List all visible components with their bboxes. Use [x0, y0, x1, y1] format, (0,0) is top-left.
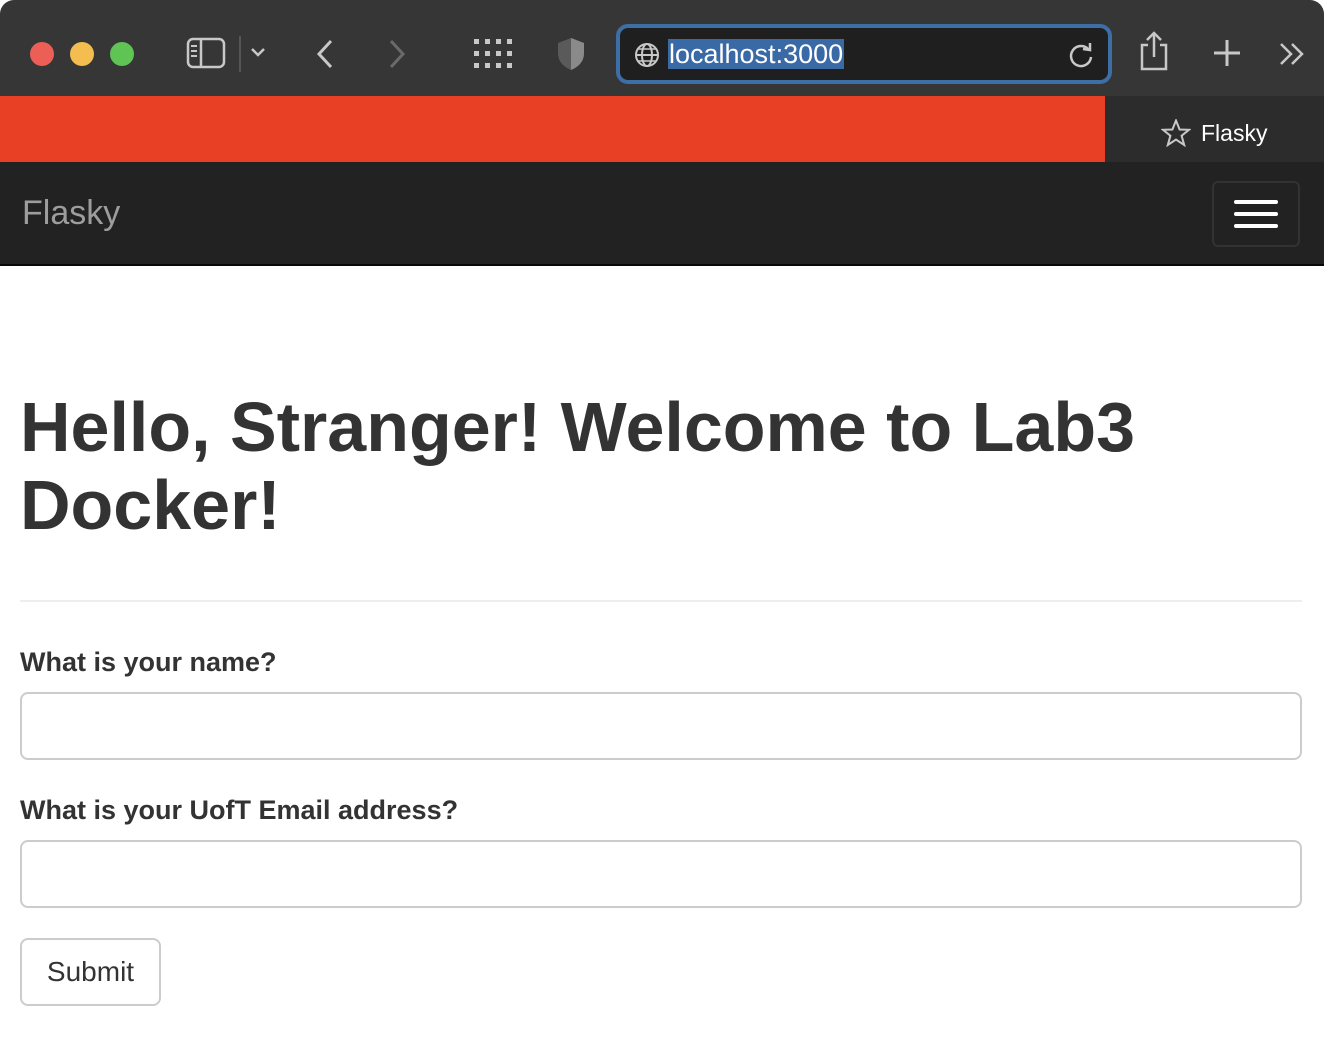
plus-icon[interactable]: [1212, 38, 1242, 68]
name-label: What is your name?: [20, 647, 277, 677]
reload-icon[interactable]: [1068, 41, 1094, 74]
chevrons-right-icon[interactable]: [1278, 41, 1306, 67]
toolbar-divider: [239, 36, 241, 72]
submit-button[interactable]: Submit: [20, 938, 161, 1006]
browser-toolbar: localhost:3000: [0, 0, 1324, 96]
grid-icon[interactable]: [474, 39, 514, 69]
sidebar-icon[interactable]: [186, 37, 226, 69]
minimize-window-button[interactable]: [70, 42, 94, 66]
globe-icon: [634, 42, 660, 73]
chevron-down-icon[interactable]: [250, 46, 266, 58]
email-input[interactable]: [20, 840, 1302, 908]
tab-title: Flasky: [1201, 120, 1268, 146]
share-icon[interactable]: [1138, 31, 1170, 71]
tab-bar: Flasky: [0, 96, 1324, 162]
navbar: Flasky: [0, 162, 1324, 266]
url-text[interactable]: localhost:3000: [668, 39, 845, 69]
address-bar[interactable]: localhost:3000: [616, 24, 1112, 84]
email-label: What is your UofT Email address?: [20, 795, 459, 825]
navbar-brand[interactable]: Flasky: [22, 193, 120, 233]
divider: [20, 600, 1302, 602]
close-window-button[interactable]: [30, 42, 54, 66]
page-title: Hello, Stranger! Welcome to Lab3 Docker!: [20, 388, 1136, 544]
star-icon: [1160, 117, 1192, 152]
navbar-toggle-button[interactable]: [1212, 181, 1300, 247]
shield-icon[interactable]: [556, 36, 586, 72]
tab-flasky[interactable]: Flasky: [1105, 96, 1324, 162]
name-input[interactable]: [20, 692, 1302, 760]
tab-active[interactable]: [0, 96, 1105, 162]
zoom-window-button[interactable]: [110, 42, 134, 66]
back-icon[interactable]: [314, 38, 336, 70]
forward-icon[interactable]: [386, 38, 408, 70]
